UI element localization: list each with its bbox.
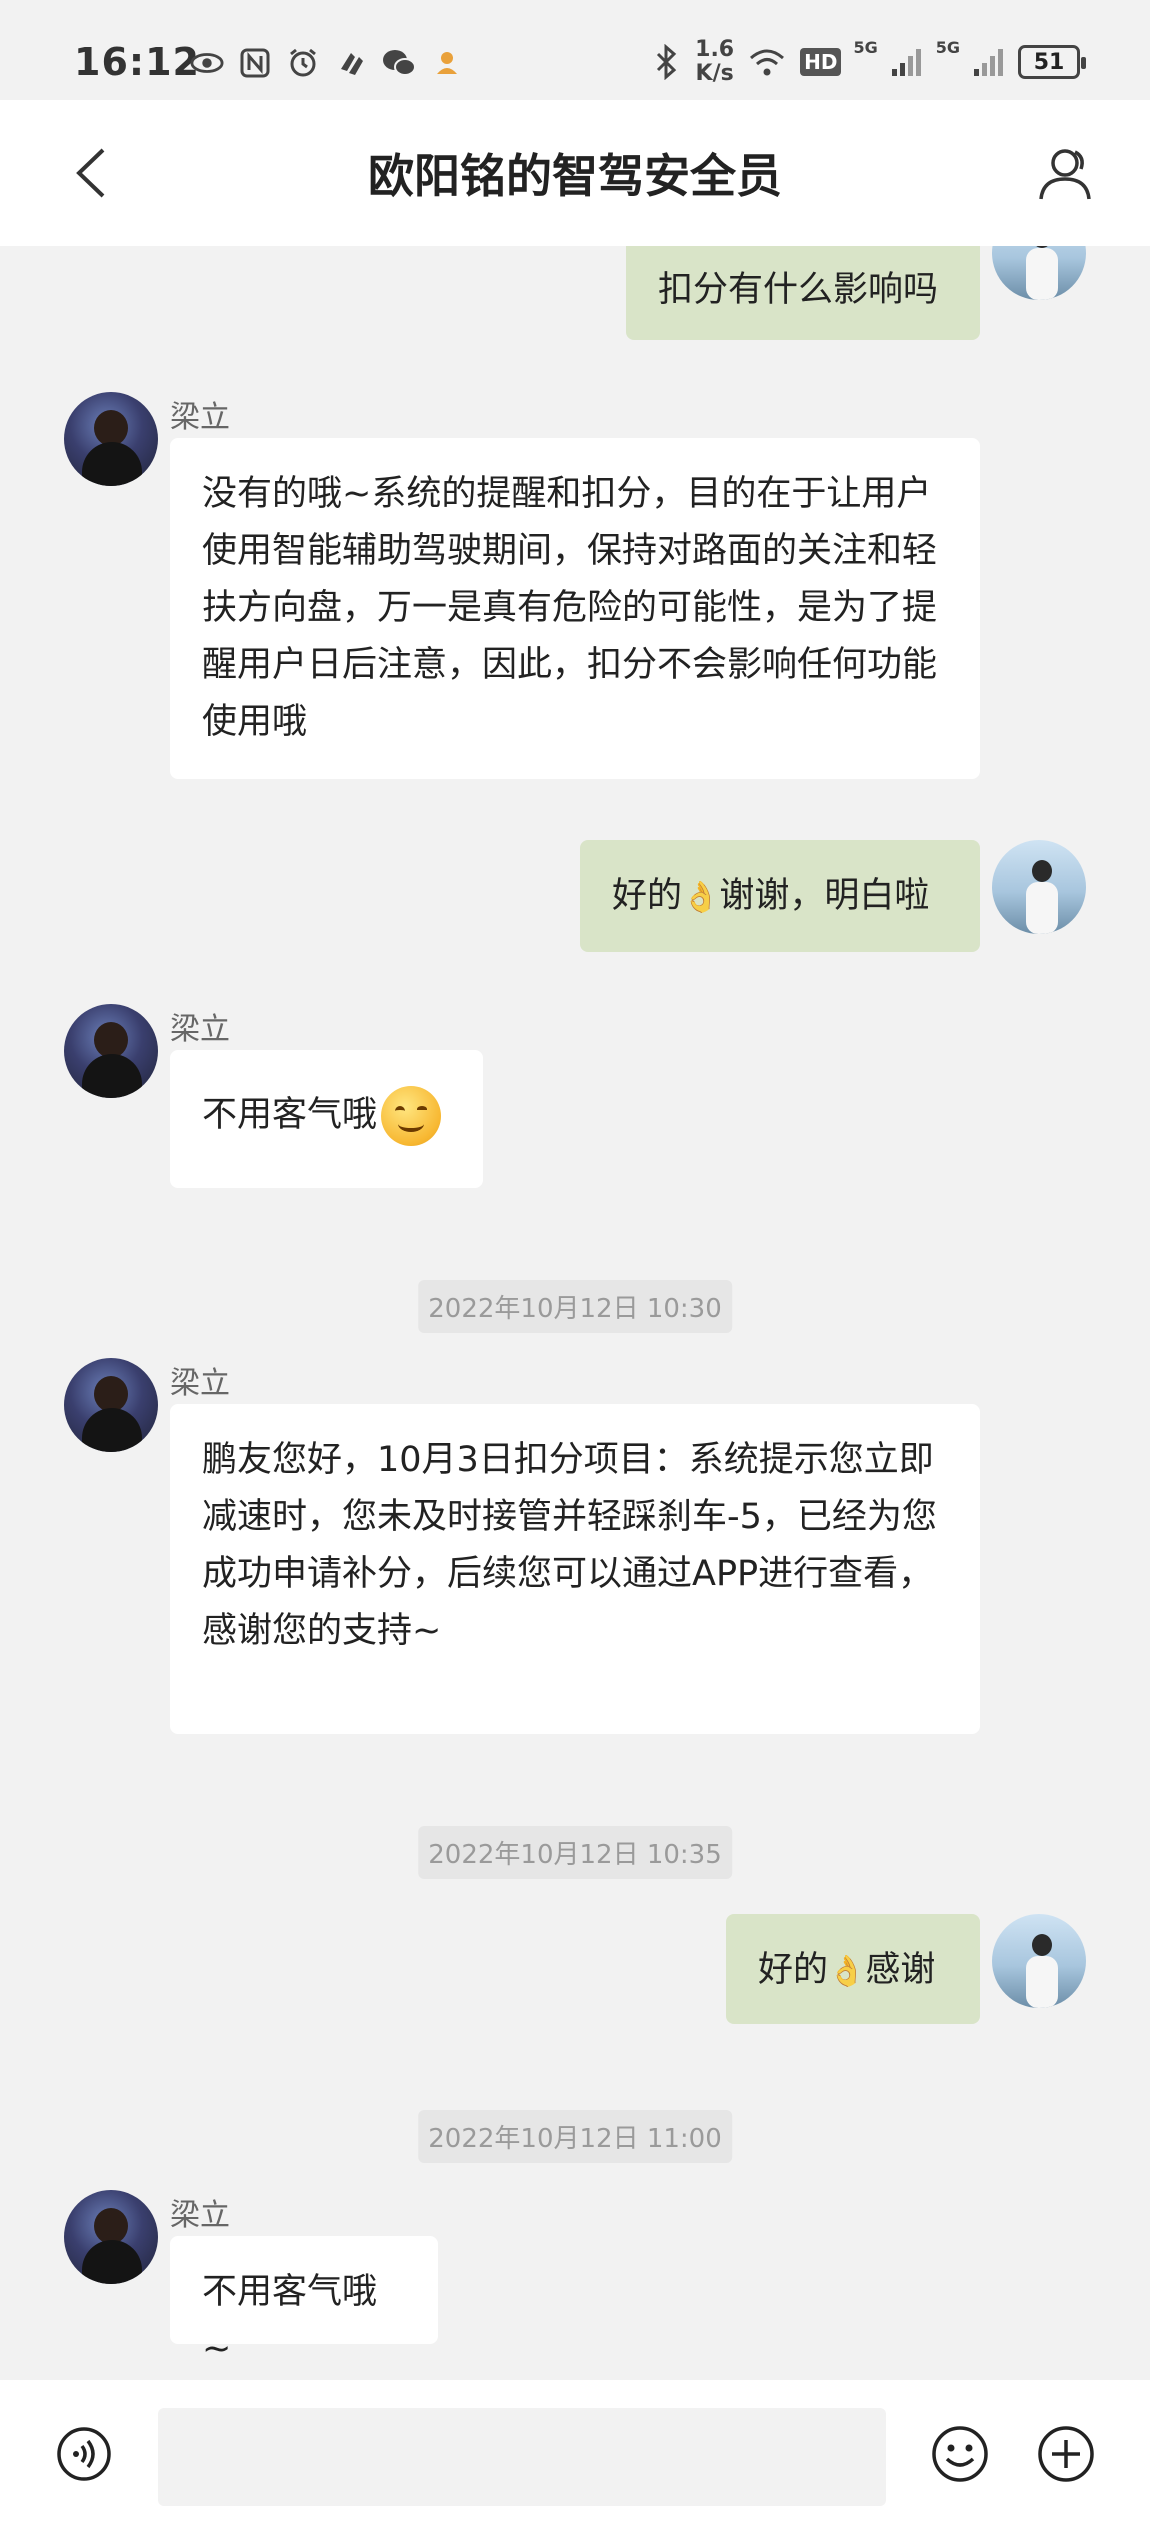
plus-icon bbox=[1038, 2426, 1094, 2482]
timestamp: 2022年10月12日 11:00 bbox=[418, 2110, 732, 2163]
message-row: 梁立 不用客气哦 bbox=[0, 1004, 1150, 1204]
message-bubble[interactable]: 不用客气哦~ bbox=[170, 2236, 438, 2369]
bluetooth-icon bbox=[649, 44, 683, 80]
message-row: 好的👌谢谢，明白啦 bbox=[0, 840, 1150, 952]
chat-title: 欧阳铭的智驾安全员 bbox=[368, 149, 782, 203]
network-speed: 1.6 K/s bbox=[695, 38, 734, 86]
message-list[interactable]: 扣分有什么影响吗 梁立 没有的哦~系统的提醒和扣分，目的在于让用户使用智能辅助驾… bbox=[0, 246, 1150, 2380]
message-text: 好的 bbox=[612, 876, 683, 916]
sender-name: 梁立 bbox=[170, 400, 230, 435]
message-row: 梁立 没有的哦~系统的提醒和扣分，目的在于让用户使用智能辅助驾驶期间，保持对路面… bbox=[0, 392, 1150, 779]
message-bubble[interactable]: 鹏友您好，10月3日扣分项目：系统提示您立即减速时，您未及时接管并轻踩刹车-5，… bbox=[170, 1404, 980, 1734]
signal-icon-2 bbox=[972, 45, 1006, 79]
avatar[interactable] bbox=[64, 392, 158, 486]
message-row: 梁立 不用客气哦~ bbox=[0, 2190, 1150, 2369]
avatar[interactable] bbox=[992, 1914, 1086, 2008]
voice-button[interactable] bbox=[56, 2426, 112, 2482]
more-button[interactable] bbox=[1036, 2424, 1096, 2484]
emoji-button[interactable] bbox=[930, 2424, 990, 2484]
signal-5g-label-1: 5G bbox=[853, 38, 878, 57]
voice-icon bbox=[57, 2427, 111, 2481]
timestamp: 2022年10月12日 10:30 bbox=[418, 1280, 732, 1333]
sender-name: 梁立 bbox=[170, 1366, 230, 1401]
status-system-icons: 1.6 K/s HD 5G 5G 51 bbox=[649, 38, 1086, 86]
link-icon bbox=[334, 46, 368, 80]
signal-icon bbox=[890, 45, 924, 79]
smiley-icon bbox=[932, 2426, 988, 2482]
wifi-icon bbox=[746, 45, 788, 79]
input-bar bbox=[0, 2380, 1150, 2537]
message-row: 好的👌感谢 bbox=[0, 1914, 1150, 2026]
ok-hand-emoji: 👌 bbox=[828, 1954, 866, 1989]
timestamp: 2022年10月12日 10:35 bbox=[418, 1826, 732, 1879]
message-bubble[interactable]: 好的👌谢谢，明白啦 bbox=[580, 840, 980, 952]
status-time: 16:12 bbox=[74, 40, 200, 84]
avatar[interactable] bbox=[64, 1004, 158, 1098]
message-text: 感谢 bbox=[865, 1950, 936, 1990]
message-text: 谢谢，明白啦 bbox=[719, 876, 930, 916]
alarm-icon bbox=[286, 46, 320, 80]
nfc-icon bbox=[238, 46, 272, 80]
message-bubble[interactable]: 扣分有什么影响吗 bbox=[626, 246, 980, 340]
ok-hand-emoji: 👌 bbox=[682, 880, 720, 915]
status-bar: 16:12 1.6 K/s HD 5G 5G 51 bbox=[0, 0, 1150, 100]
profile-button[interactable] bbox=[1030, 138, 1100, 208]
chat-header: 欧阳铭的智驾安全员 bbox=[0, 100, 1150, 246]
battery-level: 51 bbox=[1033, 49, 1065, 75]
smiley-emoji bbox=[381, 1086, 442, 1146]
sender-name: 梁立 bbox=[170, 2198, 230, 2233]
message-input[interactable] bbox=[158, 2408, 886, 2506]
network-speed-value: 1.6 bbox=[695, 37, 735, 62]
message-text: 好的 bbox=[758, 1950, 829, 1990]
network-speed-unit: K/s bbox=[695, 61, 734, 86]
message-bubble[interactable]: 不用客气哦 bbox=[170, 1050, 483, 1188]
signal-5g-label-2: 5G bbox=[935, 38, 960, 57]
avatar[interactable] bbox=[992, 840, 1086, 934]
message-row: 梁立 鹏友您好，10月3日扣分项目：系统提示您立即减速时，您未及时接管并轻踩刹车… bbox=[0, 1358, 1150, 1738]
avatar[interactable] bbox=[64, 2190, 158, 2284]
avatar[interactable] bbox=[992, 246, 1086, 300]
message-text: 不用客气哦 bbox=[202, 1095, 378, 1135]
wechat-icon bbox=[382, 46, 416, 80]
message-bubble[interactable]: 没有的哦~系统的提醒和扣分，目的在于让用户使用智能辅助驾驶期间，保持对路面的关注… bbox=[170, 438, 980, 779]
hd-badge: HD bbox=[800, 48, 842, 76]
message-bubble[interactable]: 好的👌感谢 bbox=[726, 1914, 980, 2024]
sender-name: 梁立 bbox=[170, 1012, 230, 1047]
battery-icon: 51 bbox=[1018, 45, 1086, 79]
status-notification-icons bbox=[190, 46, 464, 80]
avatar[interactable] bbox=[64, 1358, 158, 1452]
user-icon bbox=[1039, 149, 1091, 200]
eye-icon bbox=[190, 46, 224, 80]
message-row: 扣分有什么影响吗 bbox=[0, 246, 1150, 366]
app-icon bbox=[430, 46, 464, 80]
